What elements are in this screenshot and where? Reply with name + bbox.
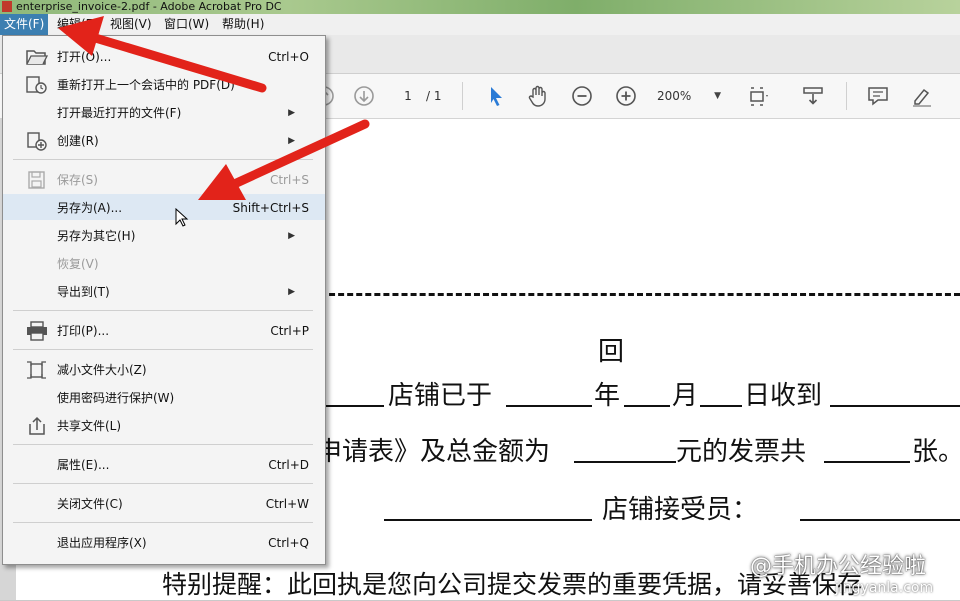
toolbar-divider xyxy=(846,82,847,110)
mouse-cursor-icon xyxy=(175,208,189,227)
submenu-arrow-icon: ▶ xyxy=(288,108,295,118)
doc-text-shop-received: 店铺已于 xyxy=(388,381,493,411)
fit-page-icon[interactable] xyxy=(746,84,770,108)
blank-line xyxy=(624,405,670,407)
doc-text-total-amount: 申请表》及总金额为 xyxy=(316,437,551,467)
folder-open-icon xyxy=(25,47,49,67)
menu-item-save[interactable]: 保存(S) Ctrl+S xyxy=(3,166,325,192)
highlight-pen-icon[interactable] xyxy=(910,84,934,108)
printer-icon xyxy=(25,321,49,341)
menu-item-reopen-session[interactable]: 重新打开上一个会话中的 PDF(D) xyxy=(3,71,325,97)
menu-item-print[interactable]: 打印(P)... Ctrl+P xyxy=(3,317,325,343)
menu-item-recent-files[interactable]: 打开最近打开的文件(F) ▶ xyxy=(3,99,325,125)
zoom-level-value: 200% xyxy=(657,89,692,103)
doc-text-day-received: 日收到 xyxy=(744,381,823,411)
next-page-icon[interactable] xyxy=(352,84,376,108)
watermark-text: @手机办公经验啦 xyxy=(750,554,927,579)
menu-item-open[interactable]: 打开(O)... Ctrl+O xyxy=(3,43,325,69)
menu-item-export-to[interactable]: 导出到(T) ▶ xyxy=(3,278,325,304)
menu-window[interactable]: 窗口(W) xyxy=(160,14,213,35)
zoom-out-icon[interactable] xyxy=(570,84,594,108)
blank-line xyxy=(320,405,384,407)
menu-item-close-file[interactable]: 关闭文件(C) Ctrl+W xyxy=(3,490,325,516)
blank-line xyxy=(800,519,960,521)
blank-line xyxy=(824,461,910,463)
submenu-arrow-icon: ▶ xyxy=(288,136,295,146)
menu-divider xyxy=(13,444,313,445)
window-title-bar: enterprise_invoice-2.pdf - Adobe Acrobat… xyxy=(0,0,960,14)
menu-divider xyxy=(13,310,313,311)
doc-text-year: 年 xyxy=(594,381,621,411)
doc-text-receiver: 店铺接受员： xyxy=(602,495,759,525)
menu-item-save-as-other[interactable]: 另存为其它(H) ▶ xyxy=(3,222,325,248)
menu-item-save-as[interactable]: 另存为(A)... Shift+Ctrl+S xyxy=(3,194,325,220)
menu-item-share-file[interactable]: 共享文件(L) xyxy=(3,412,325,438)
menu-item-exit-app[interactable]: 退出应用程序(X) Ctrl+Q xyxy=(3,529,325,555)
page-total: / 1 xyxy=(426,89,442,103)
doc-text-invoice-count: 元的发票共 xyxy=(676,437,807,467)
acrobat-app-icon xyxy=(2,1,12,12)
chevron-down-icon: ▼ xyxy=(714,91,721,101)
receipt-title: 回 xyxy=(598,337,625,367)
share-icon xyxy=(25,416,49,436)
scroll-mode-icon[interactable] xyxy=(801,84,825,108)
zoom-in-icon[interactable] xyxy=(614,84,638,108)
doc-text-sheets: 张。 xyxy=(912,437,960,467)
comment-icon[interactable] xyxy=(866,84,890,108)
page-number-input[interactable]: 1 xyxy=(391,86,425,106)
blank-line xyxy=(700,405,742,407)
menu-edit[interactable]: 编辑(E) xyxy=(53,14,102,35)
hand-tool-icon[interactable] xyxy=(526,84,550,108)
menu-bar: 文件(F) 编辑(E) 视图(V) 窗口(W) 帮助(H) xyxy=(0,14,960,36)
cut-line-divider xyxy=(320,293,960,296)
reopen-icon xyxy=(25,75,49,95)
file-menu-dropdown: 打开(O)... Ctrl+O 重新打开上一个会话中的 PDF(D) 打开最近打… xyxy=(2,35,326,565)
zoom-level-select[interactable]: 200% ▼ xyxy=(657,86,723,106)
toolbar-divider xyxy=(462,82,463,110)
watermark-url: jingyanla.com xyxy=(835,580,934,596)
doc-text-month: 月 xyxy=(672,381,699,411)
menu-item-properties[interactable]: 属性(E)... Ctrl+D xyxy=(3,451,325,477)
menu-item-reduce-size[interactable]: 减小文件大小(Z) xyxy=(3,356,325,382)
menu-item-revert[interactable]: 恢复(V) xyxy=(3,250,325,276)
blank-line xyxy=(830,405,960,407)
menu-item-create[interactable]: 创建(R) ▶ xyxy=(3,127,325,153)
blank-line xyxy=(384,519,592,521)
select-arrow-icon[interactable] xyxy=(484,84,508,108)
menu-help[interactable]: 帮助(H) xyxy=(218,14,268,35)
menu-divider xyxy=(13,159,313,160)
save-icon xyxy=(25,170,49,190)
menu-divider xyxy=(13,522,313,523)
create-pdf-icon xyxy=(25,131,49,151)
submenu-arrow-icon: ▶ xyxy=(288,287,295,297)
menu-divider xyxy=(13,349,313,350)
window-title: enterprise_invoice-2.pdf - Adobe Acrobat… xyxy=(16,0,282,13)
reduce-size-icon xyxy=(25,360,49,380)
blank-line xyxy=(506,405,592,407)
blank-line xyxy=(574,461,676,463)
menu-divider xyxy=(13,483,313,484)
menu-file[interactable]: 文件(F) xyxy=(0,14,49,35)
menu-item-password-protect[interactable]: 使用密码进行保护(W) xyxy=(3,384,325,410)
menu-view[interactable]: 视图(V) xyxy=(106,14,156,35)
submenu-arrow-icon: ▶ xyxy=(288,231,295,241)
